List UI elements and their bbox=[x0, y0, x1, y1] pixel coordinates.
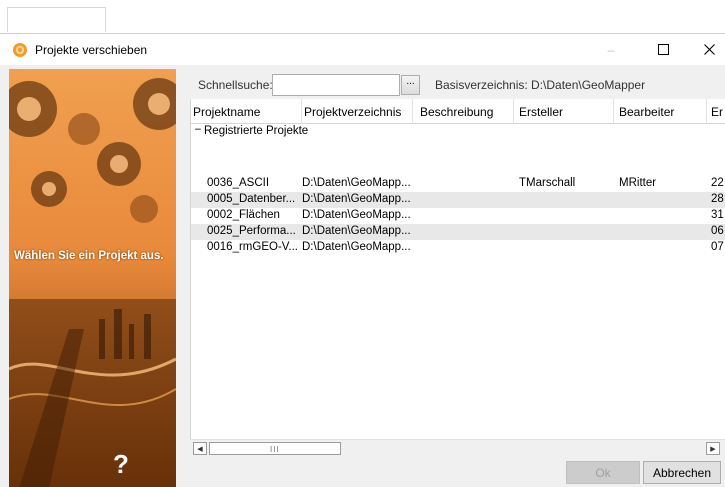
cell-projektname: 0025_Performa... bbox=[207, 225, 296, 237]
browser-tab-stub bbox=[7, 7, 106, 32]
search-input[interactable] bbox=[272, 74, 400, 96]
maximize-button[interactable] bbox=[640, 34, 686, 65]
app-gear-icon bbox=[13, 43, 27, 57]
scroll-right-icon[interactable]: ▶ bbox=[706, 442, 720, 455]
column-header-projektname[interactable]: Projektname bbox=[191, 99, 302, 124]
scroll-left-icon[interactable]: ◀ bbox=[193, 442, 207, 455]
cell-projektverzeichnis: D:\Daten\GeoMapp... bbox=[302, 193, 410, 205]
cell-bearbeiter: MRitter bbox=[619, 177, 657, 189]
cancel-button[interactable]: Abbrechen bbox=[643, 461, 721, 484]
minimize-button[interactable]: – bbox=[588, 34, 634, 65]
column-header-bearbeiter[interactable]: Bearbeiter bbox=[614, 99, 707, 124]
cell-erstellt: 22 bbox=[711, 177, 724, 189]
column-header-beschreibung[interactable]: Beschreibung bbox=[413, 99, 514, 124]
dialog-window: Projekte verschieben – Wählen Sie ein Pr… bbox=[0, 33, 725, 487]
project-table: Projektname Projektverzeichnis Beschreib… bbox=[190, 99, 725, 446]
search-label: Schnellsuche: bbox=[198, 78, 273, 92]
table-header: Projektname Projektverzeichnis Beschreib… bbox=[191, 99, 725, 124]
cell-erstellt: 06 bbox=[711, 225, 724, 237]
scrollbar-grip-icon: III bbox=[270, 445, 280, 454]
title-bar: Projekte verschieben – bbox=[0, 34, 725, 65]
column-header-projektverzeichnis[interactable]: Projektverzeichnis bbox=[302, 99, 413, 124]
cell-projektname: 0005_Datenber... bbox=[207, 193, 296, 205]
cell-projektname: 0002_Flächen bbox=[207, 209, 280, 221]
column-header-ersteller[interactable]: Ersteller bbox=[514, 99, 614, 124]
collapse-icon[interactable]: − bbox=[193, 124, 203, 136]
base-directory-text: Basisverzeichnis: D:\Daten\GeoMapper bbox=[435, 78, 646, 92]
cell-projektverzeichnis: D:\Daten\GeoMapp... bbox=[302, 225, 410, 237]
scrollbar-thumb[interactable]: III bbox=[209, 442, 341, 455]
window-title: Projekte verschieben bbox=[35, 43, 148, 57]
cell-projektname: 0016_rmGEO-V... bbox=[207, 241, 298, 253]
table-row[interactable]: 0025_Performa... D:\Daten\GeoMapp... 06 bbox=[191, 224, 725, 240]
cell-erstellt: 07 bbox=[711, 241, 724, 253]
group-row-registrierte-projekte[interactable]: − Registrierte Projekte bbox=[191, 124, 725, 139]
horizontal-scrollbar[interactable]: ◀ III ▶ bbox=[190, 439, 725, 456]
help-icon[interactable]: ? bbox=[113, 449, 129, 480]
ok-button[interactable]: Ok bbox=[566, 461, 640, 484]
table-row[interactable]: 0016_rmGEO-V... D:\Daten\GeoMapp... 07 bbox=[191, 240, 725, 256]
table-row[interactable]: 0036_ASCII D:\Daten\GeoMapp... TMarschal… bbox=[191, 176, 725, 192]
cell-ersteller: TMarschall bbox=[519, 177, 576, 189]
cell-erstellt: 28 bbox=[711, 193, 724, 205]
search-bar: Schnellsuche: ... Basisverzeichnis: D:\D… bbox=[190, 73, 725, 97]
banner-illustration bbox=[9, 69, 176, 487]
close-button[interactable] bbox=[686, 34, 725, 65]
search-browse-button[interactable]: ... bbox=[401, 75, 420, 95]
maximize-icon bbox=[657, 44, 669, 55]
cell-projektverzeichnis: D:\Daten\GeoMapp... bbox=[302, 209, 410, 221]
table-row[interactable]: 0002_Flächen D:\Daten\GeoMapp... 31 bbox=[191, 208, 725, 224]
close-icon bbox=[703, 44, 715, 55]
side-banner-image: Wählen Sie ein Projekt aus. ? bbox=[9, 69, 176, 487]
table-row[interactable]: 0005_Datenber... D:\Daten\GeoMapp... 28 bbox=[191, 192, 725, 208]
cell-erstellt: 31 bbox=[711, 209, 724, 221]
cell-projektverzeichnis: D:\Daten\GeoMapp... bbox=[302, 177, 410, 189]
group-label: Registrierte Projekte bbox=[204, 125, 309, 137]
cell-projektverzeichnis: D:\Daten\GeoMapp... bbox=[302, 241, 410, 253]
cell-projektname: 0036_ASCII bbox=[207, 177, 270, 189]
column-header-erstellt[interactable]: Er bbox=[707, 99, 725, 124]
banner-instruction-text: Wählen Sie ein Projekt aus. bbox=[14, 250, 164, 262]
